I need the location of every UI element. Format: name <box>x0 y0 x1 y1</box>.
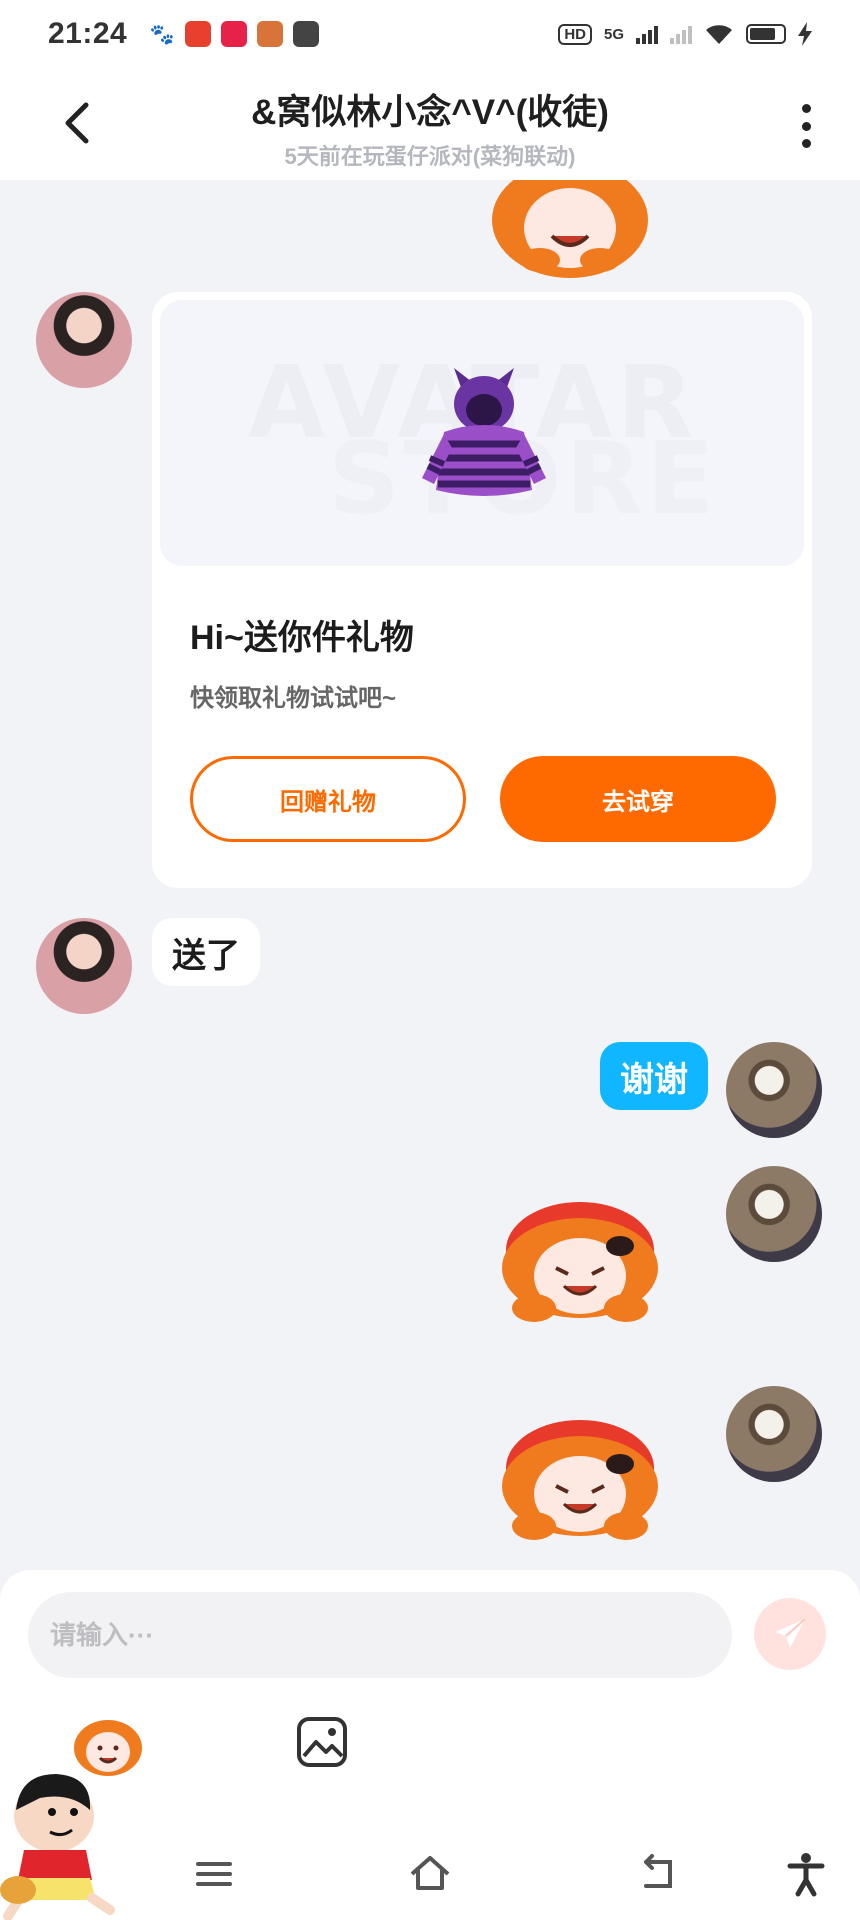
my-avatar[interactable] <box>726 1042 822 1138</box>
try-on-button[interactable]: 去试穿 <box>500 756 776 842</box>
contact-name: &窝似林小念^V^(收徒) <box>251 93 609 132</box>
back-button[interactable] <box>52 98 102 148</box>
network-label: 5G <box>603 25 624 43</box>
hd-badge: HD <box>558 23 592 45</box>
gift-description: 快领取礼物试试吧~ <box>190 685 397 712</box>
chat-header: &窝似林小念^V^(收徒) 5天前在玩蛋仔派对(菜狗联动) <box>0 68 860 180</box>
game-app-icon <box>257 21 284 47</box>
home-icon[interactable] <box>406 1850 454 1898</box>
status-bar: 21:24 🐾 HD 5G <box>0 0 860 68</box>
signal-2-icon <box>670 24 692 44</box>
feather-app-icon <box>293 21 320 47</box>
sticker-emoji[interactable] <box>490 1408 670 1548</box>
battery-icon <box>746 24 786 44</box>
signal-icon <box>636 24 658 44</box>
my-avatar[interactable] <box>726 1166 822 1262</box>
header-title-group: &窝似林小念^V^(收徒) 5天前在玩蛋仔派对(菜狗联动) <box>150 84 710 171</box>
more-options-button[interactable] <box>796 104 816 148</box>
notification-icons: 🐾 <box>149 21 320 47</box>
status-time: 21:24 <box>48 17 128 50</box>
accessibility-icon[interactable] <box>782 1850 830 1898</box>
charging-icon <box>798 22 812 46</box>
contact-avatar[interactable] <box>36 918 132 1014</box>
contact-avatar[interactable] <box>36 292 132 388</box>
paper-plane-icon <box>775 1618 806 1648</box>
message-input[interactable] <box>28 1592 732 1678</box>
gift-banner: AVATAR STORE <box>160 300 804 566</box>
my-avatar[interactable] <box>726 1386 822 1482</box>
sent-message[interactable]: 谢谢 <box>600 1042 708 1110</box>
sticker-emoji[interactable] <box>480 180 660 280</box>
send-button[interactable] <box>754 1598 826 1670</box>
wifi-icon <box>706 25 732 44</box>
more-vertical-icon <box>801 104 811 113</box>
sticker-emoji[interactable] <box>490 1190 670 1330</box>
menu-icon[interactable] <box>190 1850 238 1898</box>
baidu-app-icon: 🐾 <box>149 21 176 47</box>
return-gift-button[interactable]: 回赠礼物 <box>190 756 466 842</box>
contact-status: 5天前在玩蛋仔派对(菜狗联动) <box>284 144 576 169</box>
chevron-left-icon <box>65 102 89 144</box>
gift-title: Hi~送你件礼物 <box>190 619 414 657</box>
taobao-app-icon <box>185 21 212 47</box>
image-icon[interactable] <box>296 1716 348 1768</box>
chat-messages[interactable]: AVATAR STORE Hi~送你件礼物 快领取礼物试试吧~ 送了 谢谢 <box>0 180 860 1570</box>
system-status: HD 5G <box>558 22 812 46</box>
return-icon[interactable] <box>634 1850 682 1898</box>
hoodie-gift-image <box>422 368 546 496</box>
pinduoduo-app-icon <box>221 21 248 47</box>
received-message[interactable]: 送了 <box>152 918 260 986</box>
floating-pet-character[interactable] <box>0 1740 140 1920</box>
